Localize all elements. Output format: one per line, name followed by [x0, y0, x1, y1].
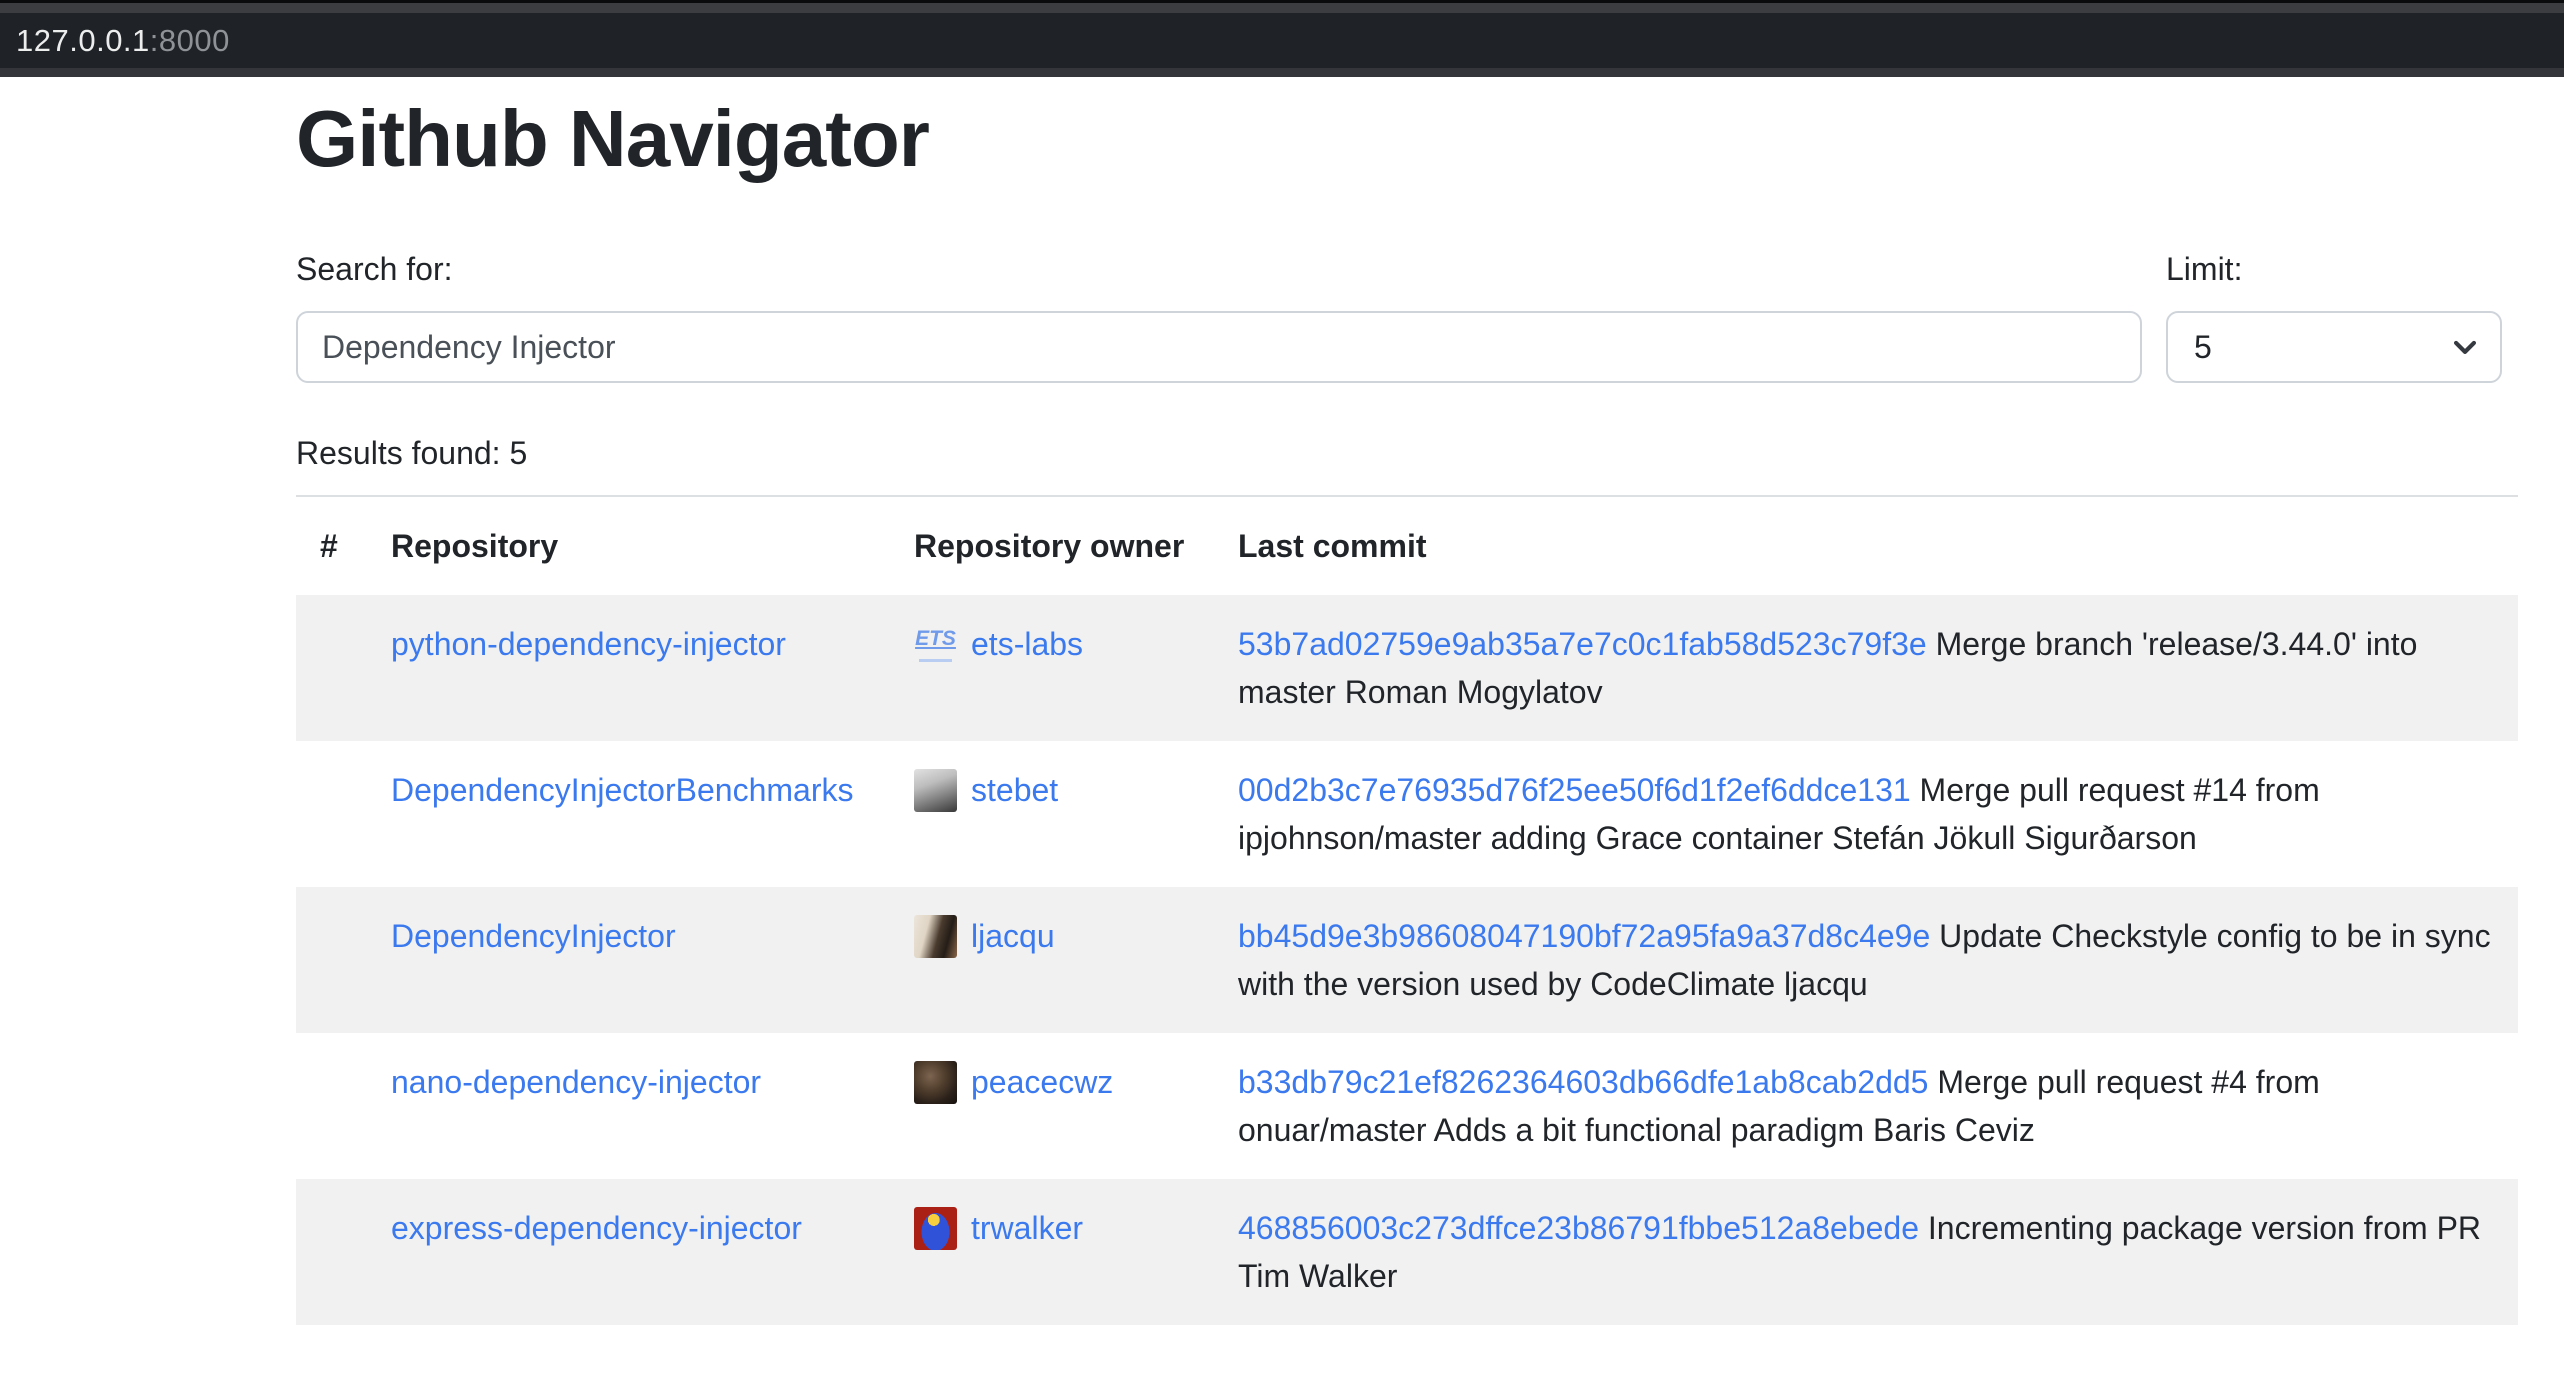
commit-hash-link[interactable]: bb45d9e3b98608047190bf72a95fa9a37d8c4e9e	[1238, 918, 1930, 954]
column-header-last-commit: Last commit	[1214, 496, 2518, 595]
owner-avatar	[914, 769, 957, 812]
repository-cell: python-dependency-injector	[367, 595, 890, 741]
repository-cell: express-dependency-injector	[367, 1179, 890, 1325]
table-row: python-dependency-injector ETS ets-labs 5…	[296, 595, 2518, 741]
last-commit-cell: 468856003c273dffce23b86791fbbe512a8ebede…	[1214, 1179, 2518, 1325]
repository-link[interactable]: DependencyInjector	[391, 918, 676, 954]
results-table-head: # Repository Repository owner Last commi…	[296, 496, 2518, 595]
repository-link[interactable]: nano-dependency-injector	[391, 1064, 761, 1100]
owner-cell: peacecwz	[890, 1033, 1214, 1179]
browser-url-bar[interactable]: 127.0.0.1:8000	[0, 13, 2564, 68]
column-header-number: #	[296, 496, 367, 595]
owner-avatar: ETS	[914, 623, 957, 666]
last-commit-cell: b33db79c21ef8262364603db66dfe1ab8cab2dd5…	[1214, 1033, 2518, 1179]
limit-group: Limit: 5	[2166, 245, 2502, 383]
limit-label: Limit:	[2166, 245, 2502, 293]
chrome-tab-strip	[0, 3, 2564, 13]
owner-cell: ETS ets-labs	[890, 595, 1214, 741]
row-number-cell	[296, 1033, 367, 1179]
owner-cell: stebet	[890, 741, 1214, 887]
limit-select[interactable]: 5	[2166, 311, 2502, 383]
page-title: Github Navigator	[296, 91, 2518, 187]
commit-hash-link[interactable]: b33db79c21ef8262364603db66dfe1ab8cab2dd5	[1238, 1064, 1928, 1100]
commit-hash-link[interactable]: 00d2b3c7e76935d76f25ee50f6d1f2ef6ddce131	[1238, 772, 1911, 808]
repository-cell: DependencyInjectorBenchmarks	[367, 741, 890, 887]
repository-link[interactable]: python-dependency-injector	[391, 626, 786, 662]
chrome-bottom-band	[0, 68, 2564, 77]
repository-link[interactable]: express-dependency-injector	[391, 1210, 802, 1246]
owner-avatar	[914, 1061, 957, 1104]
url-port: :8000	[150, 23, 230, 59]
owner-link[interactable]: trwalker	[971, 1210, 1083, 1246]
row-number-cell	[296, 741, 367, 887]
last-commit-cell: 53b7ad02759e9ab35a7e7c0c1fab58d523c79f3e…	[1214, 595, 2518, 741]
table-row: nano-dependency-injector peacecwz b33db7…	[296, 1033, 2518, 1179]
owner-link[interactable]: stebet	[971, 772, 1058, 808]
repository-cell: nano-dependency-injector	[367, 1033, 890, 1179]
search-group: Search for:	[296, 245, 2142, 383]
commit-hash-link[interactable]: 53b7ad02759e9ab35a7e7c0c1fab58d523c79f3e	[1238, 626, 1927, 662]
search-input[interactable]	[296, 311, 2142, 383]
row-number-cell	[296, 887, 367, 1033]
table-row: DependencyInjectorBenchmarks stebet 00d2…	[296, 741, 2518, 887]
owner-link[interactable]: ets-labs	[971, 626, 1083, 662]
last-commit-cell: bb45d9e3b98608047190bf72a95fa9a37d8c4e9e…	[1214, 887, 2518, 1033]
owner-avatar	[914, 915, 957, 958]
column-header-repository: Repository	[367, 496, 890, 595]
repository-cell: DependencyInjector	[367, 887, 890, 1033]
owner-link[interactable]: peacecwz	[971, 1064, 1113, 1100]
table-row: express-dependency-injector trwalker 468…	[296, 1179, 2518, 1325]
row-number-cell	[296, 595, 367, 741]
last-commit-cell: 00d2b3c7e76935d76f25ee50f6d1f2ef6ddce131…	[1214, 741, 2518, 887]
results-count: Results found: 5	[296, 429, 2518, 477]
repository-link[interactable]: DependencyInjectorBenchmarks	[391, 772, 853, 808]
results-table: # Repository Repository owner Last commi…	[296, 495, 2518, 1325]
results-table-body: python-dependency-injector ETS ets-labs 5…	[296, 595, 2518, 1325]
table-row: DependencyInjector ljacqu bb45d9e3b98608…	[296, 887, 2518, 1033]
row-number-cell	[296, 1179, 367, 1325]
search-form: Search for: Limit: 5	[296, 245, 2518, 383]
owner-avatar	[914, 1207, 957, 1250]
page-content: Github Navigator Search for: Limit: 5 Re…	[0, 91, 2564, 1325]
owner-cell: trwalker	[890, 1179, 1214, 1325]
browser-chrome: 127.0.0.1:8000	[0, 0, 2564, 77]
url-host: 127.0.0.1	[16, 23, 150, 59]
owner-cell: ljacqu	[890, 887, 1214, 1033]
commit-hash-link[interactable]: 468856003c273dffce23b86791fbbe512a8ebede	[1238, 1210, 1919, 1246]
search-label: Search for:	[296, 245, 2142, 293]
owner-link[interactable]: ljacqu	[971, 918, 1055, 954]
column-header-owner: Repository owner	[890, 496, 1214, 595]
